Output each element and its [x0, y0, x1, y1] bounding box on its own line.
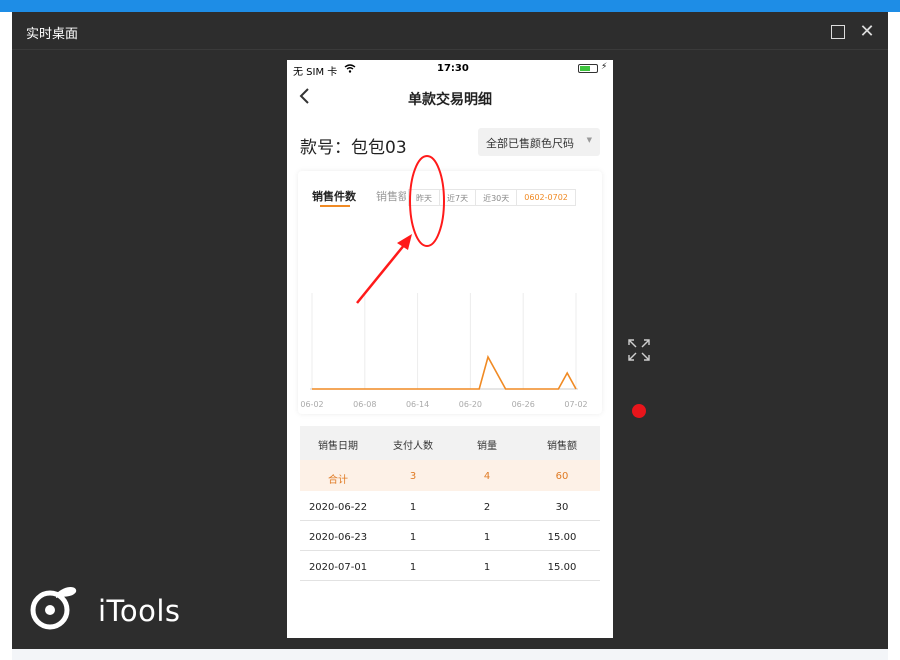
row-buyers: 1 [409, 562, 417, 573]
x-tick-label: 07-02 [564, 400, 587, 409]
x-tick-label: 06-08 [353, 400, 376, 409]
dropdown-arrow-icon: ▼ [586, 136, 592, 144]
x-tick-label: 06-02 [300, 400, 323, 409]
x-tick-label: 06-20 [459, 400, 482, 409]
phone-screen: 无 SIM 卡 17:30 ⚡ 单款交易明细 款号：包包03 全部已售颜色尺码 … [287, 60, 613, 638]
x-tick-label: 06-26 [512, 400, 535, 409]
color-size-filter-dropdown[interactable]: 全部已售颜色尺码 ▼ [478, 128, 600, 156]
range-yesterday[interactable]: 昨天 [409, 190, 440, 205]
window-titlebar: 实时桌面 ✕ [12, 12, 888, 50]
filter-label: 全部已售颜色尺码 [486, 137, 574, 150]
table-header-row: 销售日期 支付人数 销量 销售额 [300, 426, 600, 460]
itools-logo: iTools [26, 584, 180, 634]
header-quantity: 销量 [477, 441, 497, 452]
sku-value: 包包03 [351, 138, 407, 158]
total-label: 合计 [328, 475, 348, 486]
background-app-panel [888, 12, 900, 660]
sales-chart-card: 销售件数 销售额 昨天 近7天 近30天 0602-0702 06-02 06-0… [298, 171, 602, 414]
table-row[interactable]: 2020-07-01 1 1 15.00 [300, 551, 600, 581]
sales-line-chart: 06-02 06-08 06-14 06-20 06-26 07-02 [300, 293, 588, 409]
clock: 17:30 [437, 63, 469, 74]
header-amount: 销售额 [547, 441, 577, 452]
row-buyers: 1 [409, 502, 417, 513]
row-date: 2020-07-01 [308, 562, 368, 573]
range-7-days[interactable]: 近7天 [440, 190, 477, 205]
total-buyers: 3 [409, 471, 417, 482]
table-row[interactable]: 2020-06-22 1 2 30 [300, 491, 600, 521]
sales-detail-table: 销售日期 支付人数 销量 销售额 合计 3 4 60 2020-06-22 1 … [300, 426, 600, 581]
date-range-selector: 昨天 近7天 近30天 0602-0702 [408, 189, 576, 206]
row-amount: 15.00 [547, 532, 577, 543]
fullscreen-icon[interactable] [628, 339, 650, 361]
row-buyers: 1 [409, 532, 417, 543]
carrier-label: 无 SIM 卡 [293, 67, 338, 78]
row-amount: 30 [555, 502, 569, 513]
live-desktop-window: 实时桌面 ✕ iTools 无 SIM 卡 17:30 ⚡ 单款交易明细 款号：… [12, 12, 888, 649]
row-quantity: 1 [483, 562, 491, 573]
logo-text: iTools [98, 594, 181, 628]
series-line [312, 354, 577, 390]
tab-sales-amount[interactable]: 销售额 [376, 188, 406, 204]
total-amount: 60 [555, 471, 569, 482]
close-button[interactable]: ✕ [858, 23, 876, 41]
tab-sales-quantity[interactable]: 销售件数 [312, 188, 356, 204]
maximize-button[interactable] [831, 25, 845, 39]
background-app-sidebar [0, 12, 12, 660]
sku-heading: 款号：包包03 [300, 133, 407, 158]
table-row[interactable]: 2020-06-23 1 1 15.00 [300, 521, 600, 551]
record-indicator[interactable] [632, 404, 646, 418]
header-sale-date: 销售日期 [318, 441, 358, 452]
range-30-days[interactable]: 近30天 [476, 190, 518, 205]
row-quantity: 1 [483, 532, 491, 543]
itools-logo-icon [30, 587, 77, 630]
background-app-header [0, 0, 900, 12]
sku-label: 款号： [300, 138, 351, 158]
range-custom[interactable]: 0602-0702 [517, 190, 575, 205]
x-tick-label: 06-14 [406, 400, 429, 409]
status-bar: 无 SIM 卡 17:30 ⚡ [287, 60, 613, 78]
total-quantity: 4 [483, 471, 491, 482]
table-total-row: 合计 3 4 60 [300, 460, 600, 491]
wifi-icon [344, 64, 356, 73]
battery-icon [578, 64, 598, 73]
row-date: 2020-06-22 [308, 502, 368, 513]
active-tab-indicator [320, 205, 350, 207]
charging-icon: ⚡ [601, 62, 608, 72]
header-buyers: 支付人数 [393, 441, 433, 452]
window-title: 实时桌面 [26, 27, 79, 42]
row-quantity: 2 [483, 502, 491, 513]
page-title: 单款交易明细 [408, 92, 492, 108]
row-amount: 15.00 [547, 562, 577, 573]
row-date: 2020-06-23 [308, 532, 368, 543]
